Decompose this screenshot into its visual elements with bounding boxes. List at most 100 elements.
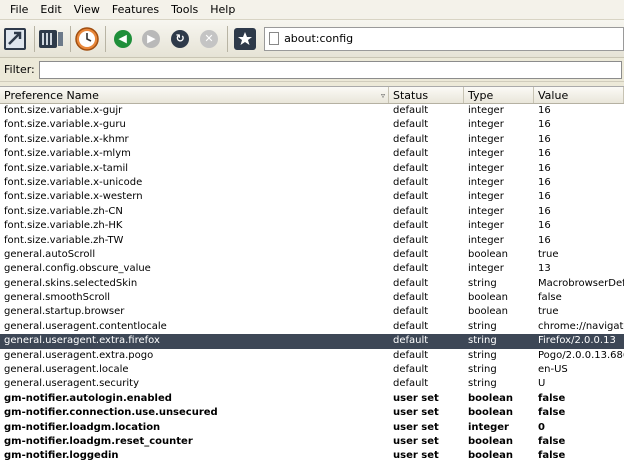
pref-name-cell: font.size.variable.x-tamil <box>4 162 129 174</box>
column-picker-icon[interactable]: ▿ <box>381 91 385 100</box>
pref-value-cell: 16 <box>538 105 551 116</box>
table-row[interactable]: font.size.variable.x-tamil default integer… <box>0 162 624 176</box>
pref-type-cell: string <box>468 320 497 332</box>
table-row[interactable]: general.useragent.locale default string en-… <box>0 363 624 377</box>
toolbar-separator <box>69 25 71 52</box>
table-body: font.size.variable.x-gujr default integer 1… <box>0 104 624 464</box>
table-row[interactable]: general.useragent.contentlocale default st… <box>0 320 624 334</box>
back-button[interactable]: ◀ <box>109 25 136 53</box>
table-row[interactable]: font.size.variable.x-mlym default integer 1… <box>0 147 624 161</box>
pref-value-cell: 16 <box>538 220 551 232</box>
table-row[interactable]: general.useragent.extra.firefox default st… <box>0 334 624 349</box>
pref-type-cell: boolean <box>468 248 508 260</box>
pref-status-cell: default <box>393 248 429 260</box>
url-bar[interactable]: about:config <box>264 26 624 51</box>
pref-type-cell: integer <box>468 205 504 217</box>
table-row[interactable]: gm-notifier.autologin.enabled user set boo… <box>0 392 624 406</box>
table-row[interactable]: gm-notifier.loadgm.location user set integ… <box>0 421 624 435</box>
reload-button[interactable]: ↻ <box>167 25 194 53</box>
pref-name-cell: font.size.variable.zh-CN <box>4 205 123 217</box>
pref-name-cell: font.size.variable.x-guru <box>4 119 126 131</box>
column-header-type[interactable]: Type <box>464 87 534 103</box>
pref-status-cell: default <box>393 220 429 232</box>
table-row[interactable]: gm-notifier.loadgm.reset_counter user set… <box>0 435 624 449</box>
table-row[interactable]: gm-notifier.connection.use.unsecured user… <box>0 406 624 420</box>
table-row[interactable]: font.size.variable.zh-HK default integer 16 <box>0 219 624 233</box>
filter-bar: Filter: <box>0 58 624 82</box>
arrow-box-icon <box>4 27 27 50</box>
menu-tools[interactable]: Tools <box>165 3 204 16</box>
table-row[interactable]: font.size.variable.zh-TW default integer 16 <box>0 234 624 248</box>
table-row[interactable]: general.autoScroll default boolean true <box>0 248 624 262</box>
pref-status-cell: default <box>393 364 429 376</box>
pref-value-cell: 16 <box>538 191 551 203</box>
table-row[interactable]: font.size.variable.x-gujr default integer 1… <box>0 104 624 118</box>
table-row[interactable]: general.useragent.extra.pogo default strin… <box>0 349 624 363</box>
pref-type-cell: string <box>468 335 497 347</box>
menu-features[interactable]: Features <box>106 3 165 16</box>
table-row[interactable]: general.useragent.security default string U <box>0 377 624 391</box>
table-row[interactable]: font.size.variable.x-khmr default integer 1… <box>0 133 624 147</box>
toolbar-separator <box>227 25 229 52</box>
pref-value-cell: Pogo/2.0.0.13.6866 <box>538 349 624 361</box>
pref-type-cell: integer <box>468 191 504 203</box>
preferences-tree[interactable]: Preference Name ▿ Status Type Value font… <box>0 86 624 464</box>
pref-type-cell: string <box>468 378 497 390</box>
pref-name-cell: font.size.variable.x-western <box>4 191 143 203</box>
column-header-name[interactable]: Preference Name ▿ <box>0 87 389 103</box>
pref-name-cell: font.size.variable.x-gujr <box>4 105 123 116</box>
pref-type-cell: integer <box>468 148 504 160</box>
pref-value-cell: false <box>538 392 566 404</box>
table-row[interactable]: font.size.variable.x-guru default integer 1… <box>0 118 624 132</box>
back-arrow-icon: ◀ <box>113 29 132 48</box>
pref-type-cell: integer <box>468 133 504 145</box>
table-row[interactable]: font.size.variable.x-unicode default integ… <box>0 176 624 190</box>
menu-view[interactable]: View <box>68 3 106 16</box>
stop-icon: ✕ <box>199 29 218 48</box>
table-row[interactable]: gm-notifier.loggedin user set boolean false <box>0 449 624 463</box>
menu-help[interactable]: Help <box>204 3 241 16</box>
sidebar-toggle-button[interactable] <box>2 25 29 53</box>
pref-status-cell: user set <box>393 450 439 462</box>
pref-name-cell: general.useragent.contentlocale <box>4 320 167 332</box>
toolbar: ◀ ▶ ↻ ✕ about:config <box>0 20 624 58</box>
column-header-value[interactable]: Value <box>534 87 624 103</box>
pref-value-cell: chrome://navigator-reg <box>538 320 624 332</box>
toolbar-separator <box>33 25 35 52</box>
pref-status-cell: default <box>393 378 429 390</box>
table-row[interactable]: font.size.variable.x-western default integ… <box>0 190 624 204</box>
forward-arrow-icon: ▶ <box>142 29 161 48</box>
table-row[interactable]: general.startup.browser default boolean tru… <box>0 305 624 319</box>
pref-status-cell: default <box>393 148 429 160</box>
pref-value-cell: 16 <box>538 234 551 246</box>
pref-name-cell: font.size.variable.x-khmr <box>4 133 129 145</box>
pref-name-cell: general.autoScroll <box>4 248 96 260</box>
column-header-status[interactable]: Status <box>389 87 464 103</box>
pref-value-cell: 0 <box>538 421 545 433</box>
menu-edit[interactable]: Edit <box>34 3 67 16</box>
pref-value-cell: 16 <box>538 148 551 160</box>
menu-file[interactable]: File <box>4 3 34 16</box>
menu-bar: File Edit View Features Tools Help <box>0 0 624 20</box>
pref-type-cell: boolean <box>468 392 513 404</box>
pref-type-cell: integer <box>468 119 504 131</box>
pref-value-cell: 16 <box>538 119 551 131</box>
table-row[interactable]: general.config.obscure_value default integ… <box>0 262 624 276</box>
history-button[interactable] <box>73 25 100 53</box>
pref-name-cell: gm-notifier.autologin.enabled <box>4 392 172 404</box>
pref-type-cell: integer <box>468 234 504 246</box>
pref-type-cell: boolean <box>468 450 513 462</box>
pref-status-cell: default <box>393 306 429 318</box>
table-row[interactable]: general.smoothScroll default boolean false <box>0 291 624 305</box>
pref-status-cell: default <box>393 105 429 116</box>
tabs-button[interactable] <box>38 25 65 53</box>
pref-status-cell: user set <box>393 407 439 419</box>
toolbar-separator <box>105 25 107 52</box>
filter-input[interactable] <box>38 60 622 79</box>
pref-status-cell: default <box>393 205 429 217</box>
forward-button[interactable]: ▶ <box>138 25 165 53</box>
bookmark-button[interactable] <box>231 25 258 53</box>
table-row[interactable]: general.skins.selectedSkin default string M… <box>0 277 624 291</box>
table-row[interactable]: font.size.variable.zh-CN default integer 16 <box>0 205 624 219</box>
stop-button[interactable]: ✕ <box>196 25 223 53</box>
